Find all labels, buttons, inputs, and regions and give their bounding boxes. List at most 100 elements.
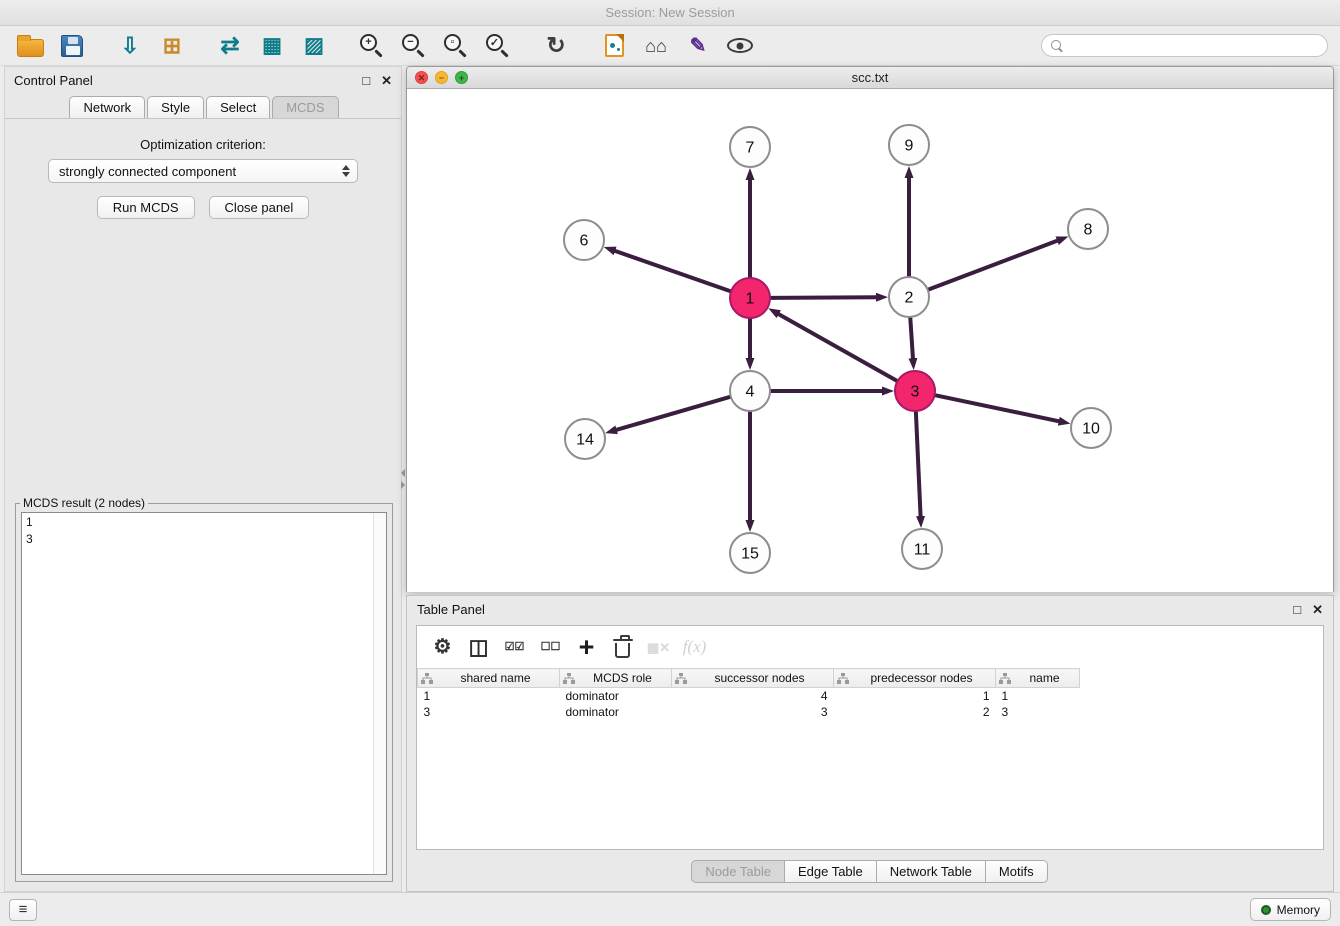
node-6[interactable]: 6 [564, 220, 604, 260]
tab-edge-table[interactable]: Edge Table [784, 860, 877, 883]
node-15[interactable]: 15 [730, 533, 770, 573]
network-window-title: scc.txt [852, 70, 889, 85]
table-cell: dominator [560, 688, 672, 704]
close-table-panel-icon[interactable]: ✕ [1312, 603, 1323, 616]
table-panel: Table Panel □ ✕ ⚙◫☑☑☐☐+▦✕f(x) shared nam… [406, 595, 1334, 892]
node-9[interactable]: 9 [889, 125, 929, 165]
search-box[interactable] [1041, 34, 1328, 57]
table-header-row: shared nameMCDS rolesuccessor nodesprede… [418, 669, 1080, 688]
tab-network-table[interactable]: Network Table [876, 860, 986, 883]
mcds-result-box[interactable]: 13 [21, 512, 387, 875]
node-1[interactable]: 1 [730, 278, 770, 318]
table-cell: 3 [672, 704, 834, 720]
node-2[interactable]: 2 [889, 277, 929, 317]
column-tree-icon [837, 673, 849, 684]
node-14[interactable]: 14 [565, 419, 605, 459]
mcds-buttons: Run MCDS Close panel [5, 196, 401, 219]
node-3[interactable]: 3 [895, 371, 935, 411]
table-row[interactable]: 1dominator411 [418, 688, 1080, 704]
node-7[interactable]: 7 [730, 127, 770, 167]
svg-text:8: 8 [1084, 222, 1093, 239]
float-table-panel-icon[interactable]: □ [1293, 603, 1301, 616]
table-settings-icon[interactable]: ⚙ [427, 631, 458, 663]
select-all-rows-icon[interactable]: ☑☑ [499, 631, 530, 663]
table-cell: 1 [834, 688, 996, 704]
tab-node-table[interactable]: Node Table [691, 860, 785, 883]
column-header-name[interactable]: name [996, 669, 1080, 688]
refresh-icon[interactable]: ↻ [538, 29, 574, 63]
export-table-icon[interactable]: ▦ [254, 29, 290, 63]
column-tree-icon [421, 673, 433, 684]
node-4[interactable]: 4 [730, 371, 770, 411]
tab-network[interactable]: Network [69, 96, 145, 118]
titlebar: Session: New Session [0, 0, 1340, 26]
close-window-icon[interactable]: ✕ [415, 71, 428, 84]
mcds-result-lines: 13 [26, 514, 382, 548]
close-panel-button[interactable]: Close panel [209, 196, 310, 219]
network-svg[interactable]: 7 9 6 8 1 2 4 3 14 10 15 11 [407, 89, 1333, 592]
tab-mcds[interactable]: MCDS [272, 96, 338, 118]
search-input[interactable] [1069, 39, 1318, 53]
show-columns-icon[interactable]: ◫ [463, 631, 494, 663]
zoom-selected-icon[interactable]: ✓ [480, 29, 516, 63]
table-cell: dominator [560, 704, 672, 720]
node-8[interactable]: 8 [1068, 209, 1108, 249]
tab-style[interactable]: Style [147, 96, 204, 118]
edge-2-3[interactable] [910, 318, 913, 359]
edge-3-11[interactable] [916, 412, 921, 517]
delete-row-icon[interactable] [607, 631, 638, 663]
mcds-result-fieldset: MCDS result (2 nodes) 13 [15, 496, 393, 882]
optimization-label: Optimization criterion: [5, 137, 401, 152]
search-icon [1051, 40, 1063, 52]
first-neighbors-icon[interactable]: ⌂⌂ [638, 29, 674, 63]
apply-layout-icon[interactable]: ⇄ [212, 29, 248, 63]
add-row-icon[interactable]: + [571, 631, 602, 663]
tab-motifs[interactable]: Motifs [985, 860, 1048, 883]
result-scrollbar[interactable] [373, 513, 386, 874]
column-header-MCDS-role[interactable]: MCDS role [560, 669, 672, 688]
svg-text:7: 7 [746, 140, 755, 157]
run-mcds-button[interactable]: Run MCDS [97, 196, 195, 219]
column-header-shared-name[interactable]: shared name [418, 669, 560, 688]
zoom-in-icon[interactable]: + [354, 29, 390, 63]
import-table-icon[interactable]: ⊞ [154, 29, 190, 63]
network-canvas[interactable]: 7 9 6 8 1 2 4 3 14 10 15 11 [407, 89, 1333, 592]
close-panel-icon[interactable]: ✕ [381, 74, 392, 87]
table-panel-header: Table Panel □ ✕ [407, 596, 1333, 623]
mcds-result-legend: MCDS result (2 nodes) [20, 496, 148, 510]
table-cell: 4 [672, 688, 834, 704]
node-10[interactable]: 10 [1071, 408, 1111, 448]
edge-1-2[interactable] [771, 297, 877, 298]
export-image-icon[interactable]: ▨ [296, 29, 332, 63]
edge-3-10[interactable] [936, 395, 1060, 421]
new-network-file-icon[interactable] [596, 29, 632, 63]
style-brush-icon[interactable]: ✎ [680, 29, 716, 63]
optimization-dropdown[interactable]: strongly connected component [48, 159, 358, 183]
table-cell: 1 [418, 688, 560, 704]
memory-button[interactable]: Memory [1250, 898, 1331, 921]
column-header-successor-nodes[interactable]: successor nodes [672, 669, 834, 688]
edge-2-8[interactable] [929, 240, 1059, 289]
tab-select[interactable]: Select [206, 96, 270, 118]
show-hide-icon[interactable] [722, 29, 758, 63]
zoom-window-icon[interactable]: + [455, 71, 468, 84]
edge-3-1[interactable] [778, 314, 897, 381]
minimize-window-icon[interactable]: − [435, 71, 448, 84]
column-header-label: name [1029, 671, 1059, 685]
svg-text:14: 14 [576, 432, 594, 449]
open-session-icon[interactable] [12, 29, 48, 63]
edge-1-6[interactable] [614, 251, 730, 292]
import-network-icon[interactable]: ⇩ [112, 29, 148, 63]
float-panel-icon[interactable]: □ [362, 74, 370, 87]
task-list-button[interactable]: ≡ [9, 899, 37, 921]
table-row[interactable]: 3dominator323 [418, 704, 1080, 720]
edge-4-14[interactable] [616, 397, 730, 430]
deselect-all-rows-icon[interactable]: ☐☐ [535, 631, 566, 663]
column-header-predecessor-nodes[interactable]: predecessor nodes [834, 669, 996, 688]
node-11[interactable]: 11 [902, 529, 942, 569]
zoom-out-icon[interactable]: − [396, 29, 432, 63]
network-window-titlebar: ✕−+ scc.txt [407, 67, 1333, 89]
save-session-icon[interactable] [54, 29, 90, 63]
zoom-fit-icon[interactable]: ▫ [438, 29, 474, 63]
control-panel: Control Panel □ ✕ NetworkStyleSelectMCDS… [4, 66, 402, 892]
